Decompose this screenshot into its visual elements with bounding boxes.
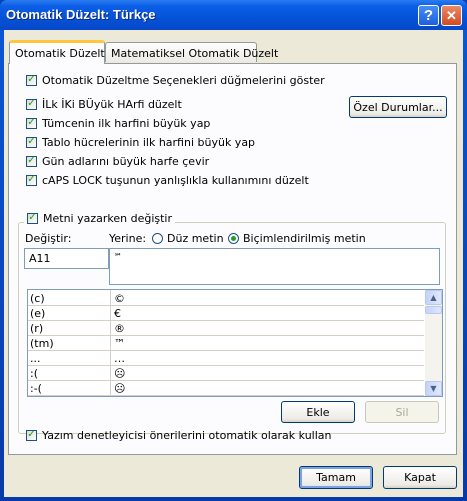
cancel-button[interactable]: Kapat — [383, 466, 457, 489]
checkbox-check-icon: ✓ — [26, 98, 37, 110]
scroll-thumb[interactable] — [425, 306, 442, 314]
capitalize-table-cells-checkbox[interactable]: ✓ Tablo hücrelerinin ilk harfini büyük y… — [26, 135, 255, 149]
entry-to: ☹ — [114, 382, 126, 395]
scroll-up-button[interactable]: ▲ — [425, 290, 442, 305]
spellcheck-suggestions-checkbox[interactable]: ✓ Yazım denetleyicisi önerilerini otomat… — [26, 428, 332, 442]
table-row[interactable]: (e) € — [28, 306, 424, 321]
entry-from: (e) — [30, 307, 46, 320]
replace-input-value: A11 — [29, 252, 51, 265]
chevron-down-icon: ▼ — [430, 384, 437, 393]
entry-from: ... — [30, 352, 41, 365]
capitalize-days-checkbox[interactable]: ✓ Gün adlarını büyük harfe çevir — [26, 154, 209, 168]
formatted-text-radio[interactable]: Biçimlendirilmiş metin — [228, 232, 366, 245]
table-row[interactable]: (tm) ™ — [28, 336, 424, 351]
entry-from: (r) — [30, 322, 44, 335]
checkbox-check-icon: ✓ — [26, 136, 37, 148]
with-input-value: ℠ — [114, 252, 123, 261]
radio-icon — [152, 233, 163, 244]
scroll-down-button[interactable]: ▼ — [425, 381, 442, 396]
tab-label: Matematiksel Otomatik Düzelt — [111, 47, 279, 60]
checkbox-check-icon: ✓ — [26, 155, 37, 167]
tab-label: Otomatik Düzelt — [15, 47, 105, 60]
replace-text-checkbox[interactable]: ✓ Metni yazarken değiştir — [24, 211, 176, 225]
radio-label: Düz metin — [167, 232, 224, 245]
show-buttons-checkbox[interactable]: ✓ Otomatik Düzeltme Seçenekleri düğmeler… — [26, 73, 325, 87]
entry-from: (c) — [30, 292, 45, 305]
table-row[interactable]: (c) © — [28, 291, 424, 306]
capitalize-sentence-checkbox[interactable]: ✓ Tümcenin ilk harfini büyük yap — [26, 116, 210, 130]
checkbox-check-icon: ✓ — [26, 429, 37, 441]
table-row[interactable]: :( ☹ — [28, 366, 424, 381]
entry-from: :-( — [30, 382, 42, 395]
entry-to: ☹ — [114, 367, 126, 380]
radio-label: Biçimlendirilmiş metin — [243, 232, 366, 245]
delete-button[interactable]: Sil — [365, 401, 439, 423]
entry-to: © — [114, 292, 125, 305]
entry-to: ™ — [114, 337, 125, 350]
checkbox-label: Otomatik Düzeltme Seçenekleri düğmelerin… — [42, 73, 325, 87]
help-icon: ? — [423, 7, 434, 24]
chevron-up-icon: ▲ — [430, 293, 437, 302]
close-button[interactable]: ✕ — [441, 5, 462, 26]
tab-autocorrect[interactable]: Otomatik Düzelt — [9, 40, 105, 64]
entry-to: € — [114, 307, 121, 320]
entry-to: ® — [114, 322, 125, 335]
tab-math-autocorrect[interactable]: Matematiksel Otomatik Düzelt — [105, 42, 278, 62]
plain-text-radio[interactable]: Düz metin — [152, 232, 224, 245]
replace-label: Değiştir: — [25, 232, 72, 245]
window-title: Otomatik Düzelt: Türkçe — [6, 7, 156, 22]
checkbox-label: Tümcenin ilk harfini büyük yap — [42, 116, 211, 130]
checkbox-check-icon: ✓ — [26, 74, 37, 86]
add-button[interactable]: Ekle — [281, 401, 355, 423]
dialog-client: Otomatik Düzelt Matematiksel Otomatik Dü… — [4, 30, 463, 497]
entry-from: :( — [30, 367, 38, 380]
with-input[interactable]: ℠ — [109, 248, 440, 285]
list-scrollbar[interactable]: ▲ ▼ — [425, 290, 442, 396]
checkbox-label: İLk İKi BÜyük HArfi düzelt — [42, 97, 182, 111]
checkbox-label: Tablo hücrelerinin ilk harfini büyük yap — [42, 135, 256, 149]
checkbox-label: cAPS LOCK tuşunun yanlışlıkla kullanımın… — [42, 173, 309, 187]
checkbox-label: Metni yazarken değiştir — [43, 211, 173, 225]
close-icon: ✕ — [446, 7, 457, 23]
dialog-window: Otomatik Düzelt: Türkçe ? ✕ Otomatik Düz… — [0, 0, 467, 501]
radio-selected-icon — [228, 233, 239, 244]
with-label: Yerine: — [109, 232, 147, 245]
title-bar[interactable]: Otomatik Düzelt: Türkçe ? ✕ — [0, 0, 467, 30]
entry-from: (tm) — [30, 337, 54, 350]
checkbox-label: Gün adlarını büyük harfe çevir — [42, 154, 210, 168]
autocorrect-entries-list[interactable]: (c) © (e) € (r) ® (tm) ™ ... … :( ☹ :-( ☹ ▲ ▼ — [27, 289, 443, 397]
caps-lock-checkbox[interactable]: ✓ cAPS LOCK tuşunun yanlışlıkla kullanım… — [26, 173, 309, 187]
replace-input[interactable]: A11 — [24, 248, 109, 269]
checkbox-check-icon: ✓ — [27, 212, 38, 224]
two-initial-caps-checkbox[interactable]: ✓ İLk İKi BÜyük HArfi düzelt — [26, 97, 182, 111]
table-row[interactable]: :-( ☹ — [28, 381, 424, 396]
table-row[interactable]: ... … — [28, 351, 424, 366]
checkbox-check-icon: ✓ — [26, 117, 37, 129]
checkbox-label: Yazım denetleyicisi önerilerini otomatik… — [42, 428, 332, 442]
help-button[interactable]: ? — [418, 5, 439, 26]
checkbox-check-icon: ✓ — [26, 174, 37, 186]
exceptions-button[interactable]: Özel Durumlar... — [349, 96, 447, 118]
ok-button[interactable]: Tamam — [299, 466, 373, 489]
entry-to: … — [114, 352, 125, 365]
table-row[interactable]: (r) ® — [28, 321, 424, 336]
